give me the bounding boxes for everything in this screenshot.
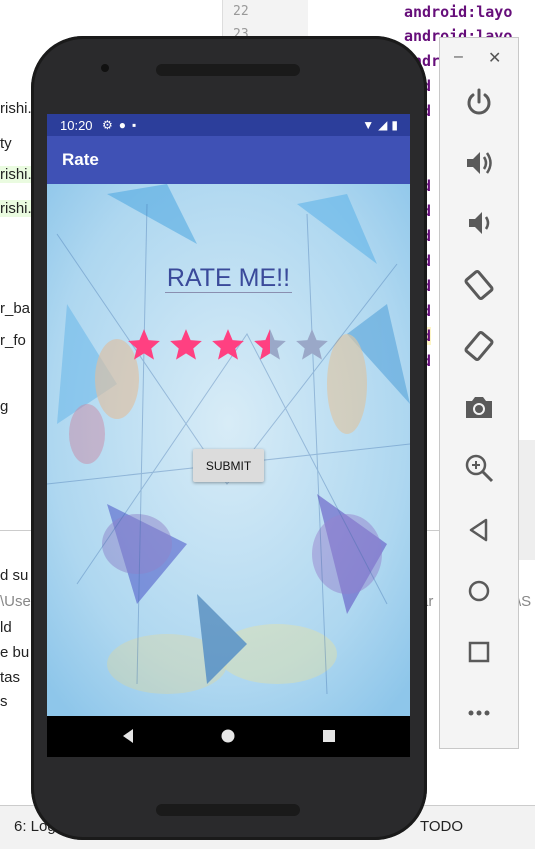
volume-up-icon[interactable] <box>462 146 496 180</box>
camera-icon[interactable] <box>462 390 496 424</box>
nav-overview-icon[interactable] <box>320 727 338 745</box>
status-notification-icons: ⚙●▪ <box>102 118 143 132</box>
zoom-icon[interactable] <box>462 451 496 485</box>
project-item[interactable]: rishi. <box>0 100 32 117</box>
nav-home-icon[interactable] <box>219 727 237 745</box>
front-camera <box>101 64 109 72</box>
power-icon[interactable] <box>462 86 496 120</box>
rate-screen-content: RATE ME!! SUBMIT <box>47 184 410 716</box>
app-title: Rate <box>62 150 99 169</box>
overview-icon[interactable] <box>462 635 496 669</box>
star-3-icon[interactable] <box>209 326 247 364</box>
project-item[interactable]: r_ba <box>0 300 30 317</box>
device-screen[interactable]: 10:20 ⚙●▪ ▼◢▮ Rate RATE ME!! SUBMIT <box>47 114 410 757</box>
project-item[interactable]: g <box>0 398 8 415</box>
android-nav-bar <box>47 716 410 757</box>
emulator-device-frame: 10:20 ⚙●▪ ▼◢▮ Rate RATE ME!! SUBMIT <box>31 36 427 840</box>
output-line: \S <box>517 593 532 610</box>
star-1-icon[interactable] <box>125 326 163 364</box>
rate-heading: RATE ME!! <box>47 264 410 293</box>
todo-tab[interactable]: TODO <box>420 818 463 835</box>
top-speaker <box>156 64 300 76</box>
status-bar: 10:20 ⚙●▪ ▼◢▮ <box>47 114 410 136</box>
line-number: 22 <box>233 4 249 19</box>
submit-button[interactable]: SUBMIT <box>193 449 264 482</box>
code-line: android:layo <box>404 3 513 21</box>
status-system-icons: ▼◢▮ <box>362 118 402 132</box>
back-icon[interactable] <box>462 513 496 547</box>
star-4-icon[interactable] <box>251 326 289 364</box>
minimize-button[interactable]: – <box>454 48 463 66</box>
home-icon[interactable] <box>462 574 496 608</box>
output-line: s <box>0 693 8 710</box>
status-time: 10:20 <box>60 118 93 133</box>
bottom-speaker <box>156 804 300 816</box>
star-5-icon[interactable] <box>293 326 331 364</box>
project-item[interactable]: r_fo <box>0 332 26 349</box>
star-2-icon[interactable] <box>167 326 205 364</box>
output-line: d su <box>0 567 29 584</box>
volume-down-icon[interactable] <box>462 206 496 240</box>
rotate-left-icon[interactable] <box>462 268 496 302</box>
output-line: e bu <box>0 644 30 661</box>
close-button[interactable]: ✕ <box>488 48 501 68</box>
app-bar: Rate <box>47 136 410 184</box>
rate-heading-text: RATE ME!! <box>164 264 293 293</box>
side-tab-strip <box>518 440 535 560</box>
output-line: \Use <box>0 593 31 610</box>
rotate-right-icon[interactable] <box>462 329 496 363</box>
output-line: tas <box>0 669 21 686</box>
output-line: ld <box>0 619 12 636</box>
nav-back-icon[interactable] <box>119 727 137 745</box>
more-icon[interactable] <box>462 696 496 730</box>
project-item[interactable]: ty <box>0 135 12 152</box>
emulator-toolbar: – ✕ <box>439 37 519 749</box>
